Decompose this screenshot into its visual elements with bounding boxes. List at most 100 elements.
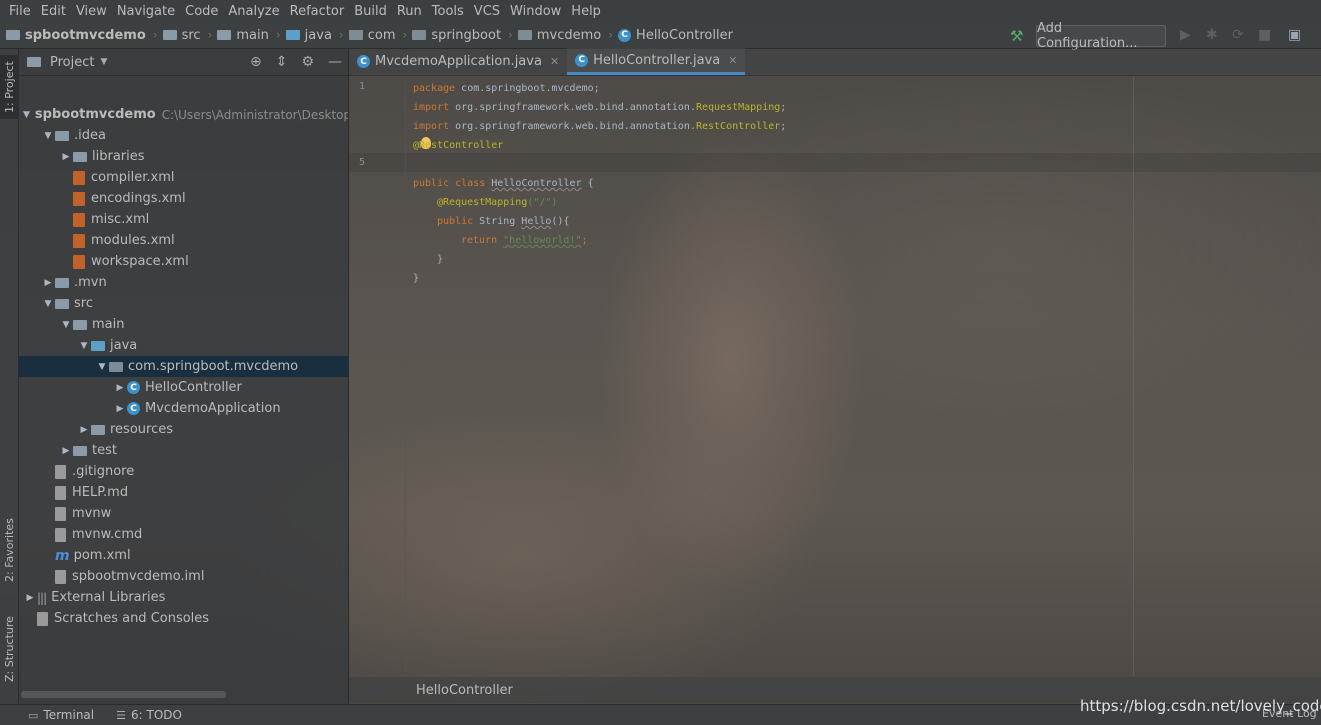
tab-structure-tool[interactable]: Z: Structure <box>0 609 19 689</box>
tree-row[interactable]: misc.xml <box>19 209 348 230</box>
expanded-arrow-icon[interactable]: ▼ <box>59 320 73 330</box>
tab-mvcdemoapplication[interactable]: C MvcdemoApplication.java ✕ <box>349 48 567 75</box>
breadcrumb-main[interactable]: main <box>217 28 269 43</box>
expanded-arrow-icon[interactable]: ▼ <box>95 362 109 372</box>
tree-label: HELP.md <box>72 485 129 500</box>
tree-label: mvnw.cmd <box>72 527 143 542</box>
expanded-arrow-icon[interactable]: ▼ <box>77 341 91 351</box>
tree-row[interactable]: spbootmvcdemo.iml <box>19 566 348 587</box>
breadcrumb-project[interactable]: spbootmvcdemo <box>6 28 146 43</box>
tree-row[interactable]: compiler.xml <box>19 167 348 188</box>
menu-refactor[interactable]: Refactor <box>285 4 350 19</box>
collapse-all-icon[interactable]: ⇕ <box>276 54 288 70</box>
coverage-icon[interactable]: ⟳ <box>1232 27 1244 43</box>
source-folder-icon <box>285 30 300 40</box>
menu-build[interactable]: Build <box>349 4 392 19</box>
locate-icon[interactable]: ⊕ <box>250 54 262 70</box>
menu-file[interactable]: File <box>4 4 36 19</box>
gear-icon[interactable]: ⚙ <box>301 54 314 70</box>
menu-navigate[interactable]: Navigate <box>112 4 180 19</box>
menu-analyze[interactable]: Analyze <box>223 4 284 19</box>
close-icon[interactable]: ✕ <box>550 55 559 68</box>
tree-row[interactable]: ▼ com.springboot.mvcdemo <box>19 356 348 377</box>
horizontal-scrollbar[interactable] <box>21 691 226 698</box>
collapsed-arrow-icon[interactable]: ▶ <box>41 278 55 288</box>
tree-row[interactable]: ▼ main <box>19 314 348 335</box>
tree-row[interactable]: ▶ resources <box>19 419 348 440</box>
brace: { <box>581 178 594 189</box>
tree-row[interactable]: HELP.md <box>19 482 348 503</box>
project-panel-title[interactable]: Project <box>50 55 94 70</box>
breadcrumb-hellocontroller[interactable]: C HelloController <box>618 28 733 43</box>
hide-icon[interactable]: — <box>328 54 342 70</box>
collapsed-arrow-icon[interactable]: ▶ <box>113 404 127 414</box>
collapsed-arrow-icon[interactable]: ▶ <box>113 383 127 393</box>
tree-label: resources <box>110 422 174 437</box>
expanded-arrow-icon[interactable]: ▼ <box>23 110 30 120</box>
collapsed-arrow-icon[interactable]: ▶ <box>59 152 73 162</box>
collapsed-arrow-icon[interactable]: ▶ <box>77 425 91 435</box>
breadcrumb-src[interactable]: src <box>162 28 201 43</box>
tree-row[interactable]: modules.xml <box>19 230 348 251</box>
tree-row[interactable]: ▼ spbootmvcdemo C:\Users\Administrator\Des… <box>19 104 348 125</box>
project-structure-icon[interactable]: ▣ <box>1288 27 1301 43</box>
folder-icon <box>73 151 87 162</box>
menu-view[interactable]: View <box>71 4 112 19</box>
debug-icon[interactable]: ✱ <box>1206 27 1218 43</box>
tree-row[interactable]: ▶ C HelloController <box>19 377 348 398</box>
menu-run[interactable]: Run <box>392 4 427 19</box>
tab-project-tool[interactable]: 1: Project <box>0 55 19 119</box>
breadcrumb-separator: › <box>152 28 158 42</box>
code-line: @RestController <box>413 140 504 151</box>
breadcrumb-com[interactable]: com <box>348 28 396 43</box>
tree-label: External Libraries <box>51 590 166 605</box>
expanded-arrow-icon[interactable]: ▼ <box>41 299 55 309</box>
breadcrumb-label: java <box>304 27 332 43</box>
tree-row[interactable]: ▼ src <box>19 293 348 314</box>
tree-row[interactable]: ▼ java <box>19 335 348 356</box>
breadcrumb-label: spbootmvcdemo <box>25 27 146 43</box>
close-icon[interactable]: ✕ <box>728 54 737 67</box>
menu-vcs[interactable]: VCS <box>469 4 505 19</box>
stop-icon[interactable]: ■ <box>1258 27 1271 43</box>
menu-window[interactable]: Window <box>505 4 566 19</box>
tree-row[interactable]: ▶ libraries <box>19 146 348 167</box>
tree-row[interactable]: mvnw.cmd <box>19 524 348 545</box>
terminal-tab[interactable]: ▭ Terminal <box>28 708 94 722</box>
tree-row[interactable]: ▶ ||| External Libraries <box>19 587 348 608</box>
folder-icon <box>162 30 177 40</box>
tree-row[interactable]: workspace.xml <box>19 251 348 272</box>
tree-row[interactable]: Scratches and Consoles <box>19 608 348 629</box>
collapsed-arrow-icon[interactable]: ▶ <box>23 593 37 603</box>
tree-row[interactable]: m pom.xml <box>19 545 348 566</box>
menu-tools[interactable]: Tools <box>427 4 469 19</box>
expanded-arrow-icon[interactable]: ▼ <box>41 131 55 141</box>
menu-code[interactable]: Code <box>180 4 223 19</box>
tree-row[interactable]: ▶ .mvn <box>19 272 348 293</box>
semicolon: ; <box>780 121 787 132</box>
breadcrumb-mvcdemo[interactable]: mvcdemo <box>517 28 601 43</box>
add-configuration-button[interactable]: Add Configuration... <box>1036 21 1166 51</box>
run-icon[interactable]: ▶ <box>1180 27 1191 43</box>
chevron-down-icon[interactable]: ▼ <box>100 57 107 67</box>
folder-icon <box>217 30 232 40</box>
tree-row[interactable]: mvnw <box>19 503 348 524</box>
tree-row[interactable]: encodings.xml <box>19 188 348 209</box>
todo-tab[interactable]: ☰ 6: TODO <box>116 708 182 722</box>
collapsed-arrow-icon[interactable]: ▶ <box>59 446 73 456</box>
menu-edit[interactable]: Edit <box>36 4 71 19</box>
xml-file-icon <box>73 191 85 206</box>
tab-hellocontroller[interactable]: C HelloController.java ✕ <box>567 48 746 75</box>
editor-breadcrumb-item[interactable]: HelloController <box>416 683 513 698</box>
tree-row[interactable]: ▶ test <box>19 440 348 461</box>
class-icon: C <box>575 53 589 67</box>
tree-row[interactable]: ▶ C MvcdemoApplication <box>19 398 348 419</box>
breadcrumb-springboot[interactable]: springboot <box>412 28 501 43</box>
tab-favorites-tool[interactable]: 2: Favorites <box>0 511 19 589</box>
tree-row[interactable]: .gitignore <box>19 461 348 482</box>
maven-icon: m <box>55 547 70 564</box>
build-hammer-icon[interactable]: ⚒ <box>1010 27 1023 45</box>
tree-row[interactable]: ▼ .idea <box>19 125 348 146</box>
menu-help[interactable]: Help <box>566 4 606 19</box>
breadcrumb-java[interactable]: java <box>285 27 332 43</box>
